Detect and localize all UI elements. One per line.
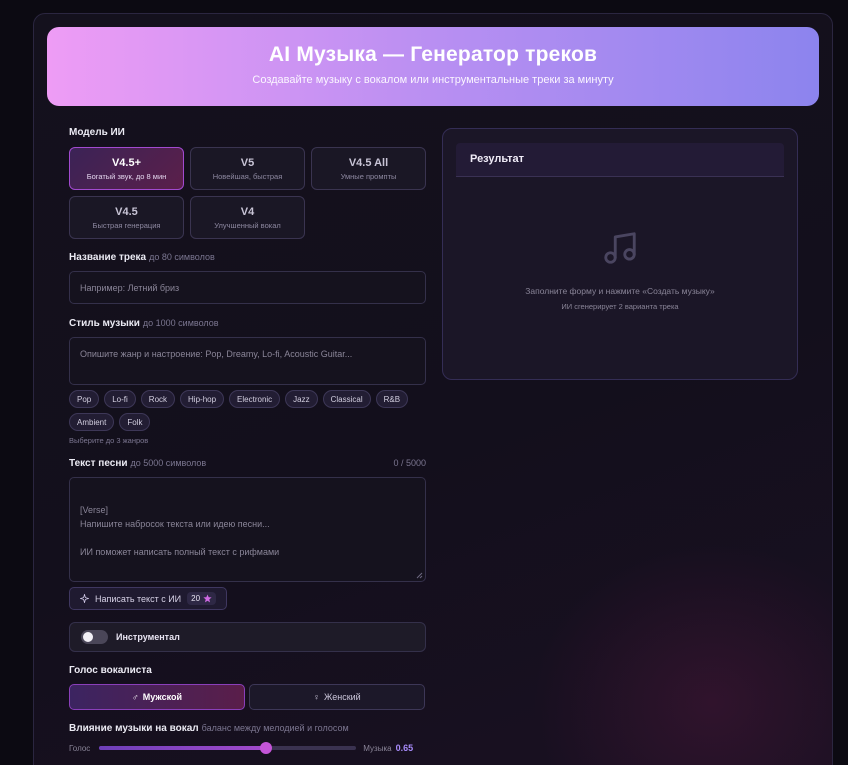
male-icon: ♂ xyxy=(131,692,139,702)
voice-option-female[interactable]: ♀ Женский xyxy=(249,684,425,710)
genre-tag[interactable]: Classical xyxy=(322,390,371,408)
star-icon xyxy=(203,594,212,603)
style-label-text: Стиль музыки xyxy=(69,318,140,329)
model-option-title: V4.5 xyxy=(115,206,138,218)
influence-label: Влияние музыки на вокал баланс между мело… xyxy=(69,723,426,734)
page-title: AI Музыка — Генератор треков xyxy=(268,43,598,66)
genre-tags: Pop Lo-fi Rock Hip-hop Electronic Jazz C… xyxy=(69,390,409,431)
influence-slider[interactable] xyxy=(99,742,357,754)
genre-tags-hint: Выберите до 3 жанров xyxy=(69,436,149,445)
lyrics-label: Текст песни до 5000 символов 0 / 5000 xyxy=(69,458,426,469)
model-option-desc: Богатый звук, до 8 мин xyxy=(86,172,167,181)
model-option-v45plus[interactable]: V4.5+ Богатый звук, до 8 мин xyxy=(69,147,184,190)
instrumental-toggle-row[interactable]: Инструментал xyxy=(69,622,426,652)
style-label: Стиль музыки до 1000 символов xyxy=(69,318,426,329)
model-selector: V4.5+ Богатый звук, до 8 мин V5 Новейшая… xyxy=(69,147,426,239)
influence-label-text: Влияние музыки на вокал xyxy=(69,723,199,734)
voice-label: Голос вокалиста xyxy=(69,665,152,676)
slider-right-label: Музыка xyxy=(363,743,392,753)
style-placeholder: Опишите жанр и настроение: Pop, Dreamy, … xyxy=(80,349,353,359)
lyrics-textarea[interactable]: [Verse] Напишите набросок текста или иде… xyxy=(69,477,426,582)
page-subtitle: Создавайте музыку с вокалом или инструме… xyxy=(252,74,614,86)
model-option-v4[interactable]: V4 Улучшенный вокал xyxy=(190,196,305,239)
influence-hint: баланс между мелодией и голосом xyxy=(201,723,349,733)
model-option-title: V5 xyxy=(240,157,255,169)
lyrics-label-text: Текст песни xyxy=(69,458,128,469)
result-title: Результат xyxy=(456,143,784,177)
model-option-v45all[interactable]: V4.5 All Умные промпты xyxy=(311,147,426,190)
ai-cost-badge: 20 xyxy=(187,592,217,605)
track-name-label-text: Название трека xyxy=(69,252,147,263)
track-name-input[interactable]: Например: Летний бриз xyxy=(69,271,426,304)
genre-tag[interactable]: Jazz xyxy=(285,390,318,408)
voice-option-label: Мужской xyxy=(142,692,183,702)
model-option-title: V4 xyxy=(240,206,255,218)
result-empty-state: Заполните форму и нажмите «Создать музык… xyxy=(443,229,797,311)
slider-fill xyxy=(99,746,267,750)
model-option-v45[interactable]: V4.5 Быстрая генерация xyxy=(69,196,184,239)
ai-cost-value: 20 xyxy=(191,594,201,603)
result-empty-line1: Заполните форму и нажмите «Создать музык… xyxy=(525,286,715,296)
model-option-desc: Умные промпты xyxy=(340,172,397,181)
track-name-hint: до 80 символов xyxy=(149,252,215,262)
slider-left-label: Голос xyxy=(69,743,91,753)
track-name-label: Название трека до 80 символов xyxy=(69,252,426,263)
ai-write-lyrics-label: Написать текст с ИИ xyxy=(95,593,182,604)
model-option-title: V4.5 All xyxy=(348,157,389,169)
genre-tag[interactable]: Hip-hop xyxy=(180,390,225,408)
genre-tag[interactable]: Electronic xyxy=(229,390,281,408)
model-option-v5[interactable]: V5 Новейшая, быстрая xyxy=(190,147,305,190)
genre-tag[interactable]: Ambient xyxy=(69,413,115,431)
resize-handle-icon[interactable] xyxy=(416,572,423,579)
style-hint: до 1000 символов xyxy=(142,318,219,328)
influence-slider-row: Голос Музыка 0.65 xyxy=(69,742,426,754)
model-option-desc: Быстрая генерация xyxy=(92,221,161,230)
app-window: AI Музыка — Генератор треков Создавайте … xyxy=(33,13,833,765)
result-panel: Результат Заполните форму и нажмите «Соз… xyxy=(442,128,798,380)
lyrics-counter: 0 / 5000 xyxy=(393,458,426,468)
header-banner: AI Музыка — Генератор треков Создавайте … xyxy=(47,27,819,106)
model-label: Модель ИИ xyxy=(69,127,125,138)
model-option-desc: Улучшенный вокал xyxy=(214,221,281,230)
voice-option-male[interactable]: ♂ Мужской xyxy=(69,684,245,710)
genre-tag[interactable]: R&B xyxy=(375,390,409,408)
ai-lyrics-row: Написать текст с ИИ 20 xyxy=(69,587,426,610)
model-option-title: V4.5+ xyxy=(111,157,142,169)
sparkle-icon xyxy=(80,594,89,603)
instrumental-switch[interactable] xyxy=(81,630,108,644)
lyrics-hint: до 5000 символов xyxy=(130,458,207,468)
genre-tag[interactable]: Folk xyxy=(119,413,151,431)
genre-tag[interactable]: Lo-fi xyxy=(104,390,136,408)
result-empty-line2: ИИ сгенерирует 2 варианта трека xyxy=(561,302,679,311)
genre-tag[interactable]: Pop xyxy=(69,390,100,408)
genre-tag[interactable]: Rock xyxy=(140,390,176,408)
slider-thumb[interactable] xyxy=(260,742,273,754)
female-icon: ♀ xyxy=(313,692,321,702)
voice-selector: ♂ Мужской ♀ Женский xyxy=(69,684,426,710)
lyrics-placeholder: [Verse] Напишите набросок текста или иде… xyxy=(80,505,280,557)
generator-form: Модель ИИ V4.5+ Богатый звук, до 8 мин V… xyxy=(69,127,426,754)
voice-option-label: Женский xyxy=(324,692,361,702)
slider-value: 0.65 xyxy=(395,743,414,753)
music-note-icon xyxy=(604,232,636,264)
track-name-placeholder: Например: Летний бриз xyxy=(80,282,180,293)
ai-write-lyrics-button[interactable]: Написать текст с ИИ 20 xyxy=(69,587,228,610)
style-input[interactable]: Опишите жанр и настроение: Pop, Dreamy, … xyxy=(69,337,426,385)
model-option-desc: Новейшая, быстрая xyxy=(212,172,283,181)
instrumental-label: Инструментал xyxy=(116,632,180,642)
